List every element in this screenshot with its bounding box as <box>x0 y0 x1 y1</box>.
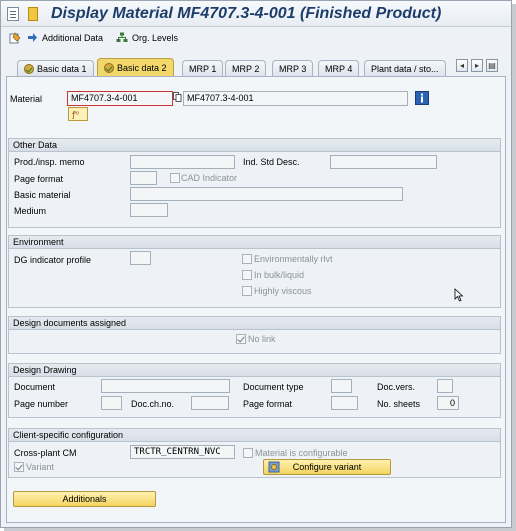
material-label: Material <box>10 94 43 104</box>
page-number-field[interactable] <box>101 396 122 410</box>
ind-std-desc-label: Ind. Std Desc. <box>243 157 300 167</box>
cross-plant-cm-field[interactable]: TRCTR_CENTRN_NVC <box>130 445 235 459</box>
tab-label: MRP 2 <box>232 63 260 74</box>
group-title: Environment <box>9 236 500 249</box>
basic-material-field[interactable] <box>130 187 403 201</box>
title-bar: Display Material MF4707.3-4-001 (Finishe… <box>1 1 511 27</box>
document-type-label: Document type <box>243 382 304 392</box>
svg-text:ꝭ⁰: ꝭ⁰ <box>71 110 79 119</box>
configure-variant-label: Configure variant <box>292 462 362 472</box>
material-description-field[interactable]: MF4707.3-4-001 <box>183 91 408 106</box>
check-icon <box>104 62 114 73</box>
prod-memo-field[interactable] <box>130 155 235 169</box>
basic-material-label: Basic material <box>14 190 71 200</box>
tab-mrp-2[interactable]: MRP 2 <box>225 60 267 76</box>
env-relevant-label: Environmentally rlvt <box>254 254 333 264</box>
group-title: Design Drawing <box>9 364 500 377</box>
group-title: Client-specific configuration <box>9 429 500 442</box>
display-change-button[interactable] <box>9 32 21 44</box>
material-number-field[interactable]: MF4707.3-4-001 <box>67 91 173 106</box>
tab-mrp-3[interactable]: MRP 3 <box>272 60 314 76</box>
group-title: Design documents assigned <box>9 317 500 330</box>
no-sheets-label: No. sheets <box>377 399 421 409</box>
in-bulk-checkbox[interactable] <box>242 270 252 280</box>
page-format-field[interactable] <box>130 171 157 185</box>
mouse-cursor-icon <box>454 288 464 302</box>
dg-indicator-label: DG indicator profile <box>14 255 92 265</box>
copy-icon[interactable] <box>173 92 182 102</box>
doc-ch-no-field[interactable] <box>191 396 229 410</box>
tab-basic-data-2[interactable]: Basic data 2 <box>97 58 174 76</box>
tab-label: Basic data 2 <box>117 62 167 73</box>
tab-label: MRP 3 <box>279 63 307 74</box>
document-field[interactable] <box>101 379 230 393</box>
no-link-checkbox[interactable] <box>236 334 246 344</box>
configure-icon <box>268 461 280 473</box>
medium-label: Medium <box>14 206 47 216</box>
additionals-label: Additionals <box>62 494 107 504</box>
cad-indicator-label: CAD Indicator <box>181 173 238 183</box>
dg-indicator-field[interactable] <box>130 251 151 265</box>
prod-memo-label: Prod./insp. memo <box>14 157 85 167</box>
document-label: Document <box>14 382 56 392</box>
doc-vers-label: Doc.vers. <box>377 382 416 392</box>
check-icon <box>24 63 34 74</box>
document-icon <box>28 7 38 21</box>
configure-variant-button[interactable]: Configure variant <box>263 459 391 475</box>
tab-label: MRP 4 <box>325 63 353 74</box>
tab-label: Plant data / sto... <box>371 63 439 74</box>
doc-vers-field[interactable] <box>437 379 453 393</box>
medium-field[interactable] <box>130 203 168 217</box>
tab-scroll-left-icon[interactable]: ◂ <box>456 59 468 72</box>
additionals-button[interactable]: Additionals <box>13 491 156 507</box>
classification-icon[interactable]: ꝭ⁰ <box>68 107 88 121</box>
arrow-right-icon <box>28 33 37 42</box>
tab-plant-data[interactable]: Plant data / sto... <box>364 60 446 76</box>
material-configurable-label: Material is configurable <box>255 448 348 458</box>
application-toolbar: Additional Data Org. Levels <box>1 28 511 50</box>
org-levels-label: Org. Levels <box>132 32 179 43</box>
additional-data-label: Additional Data <box>42 32 104 43</box>
ind-std-desc-field[interactable] <box>330 155 437 169</box>
tab-mrp-4[interactable]: MRP 4 <box>318 60 360 76</box>
page-title: Display Material MF4707.3-4-001 (Finishe… <box>51 5 442 22</box>
no-link-label: No link <box>248 334 276 344</box>
no-sheets-field[interactable]: 0 <box>437 396 459 410</box>
display-change-icon <box>9 32 21 44</box>
tab-list-icon[interactable]: ▤ <box>486 59 498 72</box>
variant-checkbox[interactable] <box>14 462 24 472</box>
doc-ch-no-label: Doc.ch.no. <box>131 399 175 409</box>
material-configurable-checkbox[interactable] <box>243 448 253 458</box>
drawing-page-format-field[interactable] <box>331 396 358 410</box>
tab-mrp-1[interactable]: MRP 1 <box>182 60 224 76</box>
cad-indicator-checkbox[interactable] <box>170 173 180 183</box>
tab-label: MRP 1 <box>189 63 217 74</box>
tab-strip: Basic data 1 Basic data 2 MRP 1 MRP 2 MR… <box>1 58 511 76</box>
variant-label: Variant <box>26 462 54 472</box>
group-title: Other Data <box>9 139 500 152</box>
cross-plant-cm-label: Cross-plant CM <box>14 448 77 458</box>
other-data-group: Other Data <box>8 138 501 228</box>
page-number-label: Page number <box>14 399 69 409</box>
org-levels-icon <box>116 32 128 42</box>
highly-viscous-label: Highly viscous <box>254 286 312 296</box>
page-format-label: Page format <box>14 174 64 184</box>
org-levels-button[interactable]: Org. Levels <box>116 32 178 43</box>
tab-scroll-right-icon[interactable]: ▸ <box>471 59 483 72</box>
menu-list-icon[interactable] <box>7 7 19 21</box>
drawing-page-format-label: Page format <box>243 399 293 409</box>
highly-viscous-checkbox[interactable] <box>242 286 252 296</box>
tab-basic-data-1[interactable]: Basic data 1 <box>17 60 94 76</box>
info-icon[interactable] <box>415 91 429 105</box>
env-relevant-checkbox[interactable] <box>242 254 252 264</box>
tab-label: Basic data 1 <box>37 63 87 74</box>
in-bulk-label: In bulk/liquid <box>254 270 305 280</box>
document-type-field[interactable] <box>331 379 352 393</box>
additional-data-button[interactable]: Additional Data <box>27 32 103 43</box>
